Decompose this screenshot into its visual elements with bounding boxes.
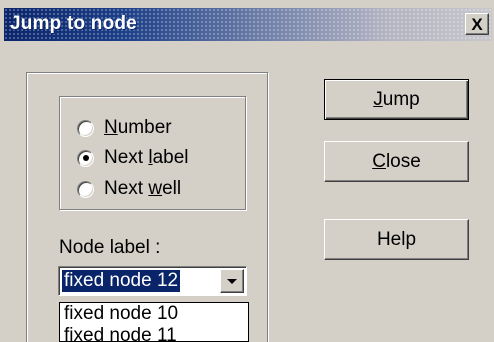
radio-selected-dot xyxy=(82,155,89,161)
radio-next-label-label: Next label xyxy=(104,147,189,168)
radio-next-label-circle[interactable] xyxy=(77,149,94,167)
radio-next-well[interactable]: Next well xyxy=(77,177,181,201)
radio-next-well-label: Next well xyxy=(104,178,182,199)
dropdown-button[interactable] xyxy=(220,269,244,293)
dropdown-item[interactable]: fixed node 11 xyxy=(60,325,248,341)
close-icon[interactable]: X xyxy=(465,13,489,35)
radio-number-circle[interactable] xyxy=(77,119,94,137)
node-label-selected-value[interactable]: fixed node 12 xyxy=(62,270,181,292)
jump-button[interactable]: Jump xyxy=(324,79,469,120)
radio-next-label[interactable]: Next label xyxy=(77,146,189,170)
chevron-down-icon xyxy=(227,278,237,284)
title-bar[interactable]: Jump to node X xyxy=(4,8,492,41)
node-label-caption: Node label : xyxy=(59,237,161,258)
radio-number-label: Number xyxy=(104,117,172,138)
dropdown-item[interactable]: fixed node 10 xyxy=(60,303,248,325)
radio-number[interactable]: Number xyxy=(77,116,172,140)
radio-next-well-circle[interactable] xyxy=(77,180,94,198)
node-label-dropdown-list[interactable]: fixed node 10 fixed node 11 xyxy=(59,302,249,342)
jump-to-node-dialog: Jump to node X Number Next label Next we… xyxy=(0,0,494,342)
window-title: Jump to node xyxy=(10,13,137,34)
help-button[interactable]: Help xyxy=(324,219,469,260)
close-button[interactable]: Close xyxy=(324,141,469,182)
node-label-combobox[interactable]: fixed node 12 xyxy=(58,266,247,296)
